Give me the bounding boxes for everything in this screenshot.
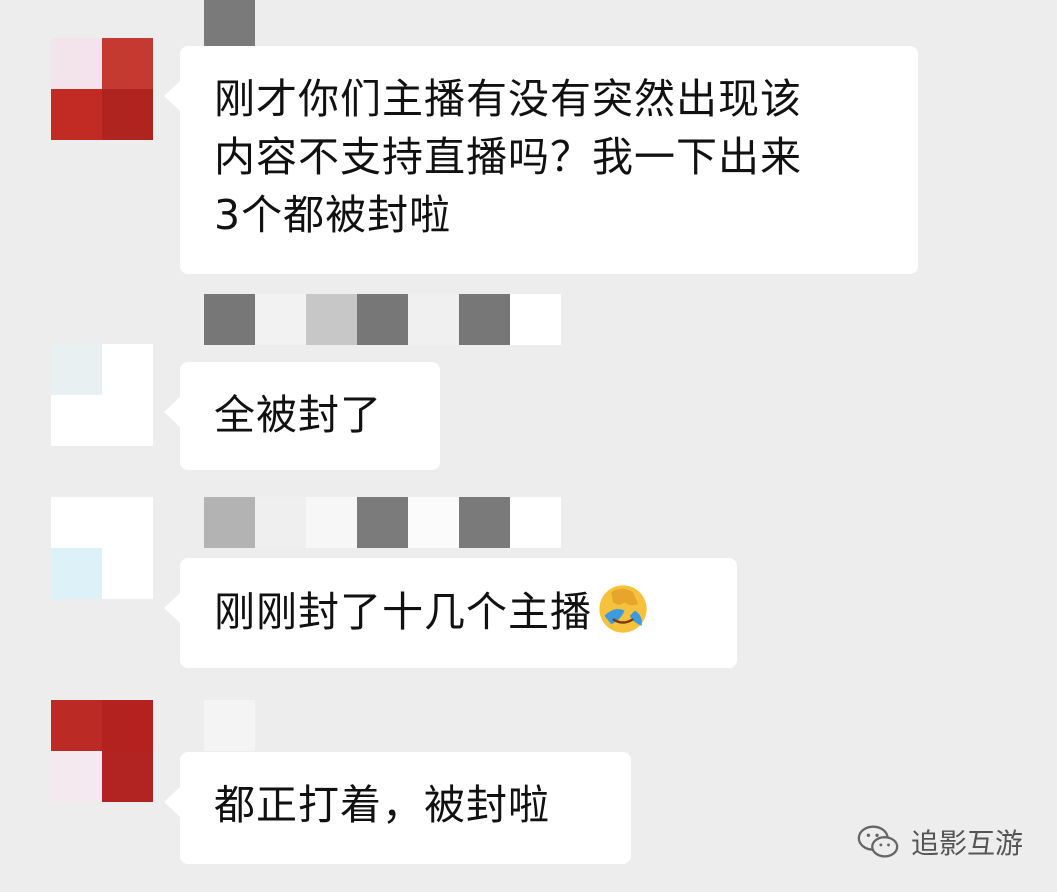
avatar-pixel xyxy=(102,497,153,548)
name-pixel xyxy=(357,294,408,345)
wechat-icon xyxy=(857,825,899,858)
name-pixel xyxy=(255,294,306,345)
message-text: 刚刚封了十几个主播 xyxy=(214,588,592,636)
avatar-pixel xyxy=(51,89,102,140)
avatar-pixel xyxy=(102,38,153,89)
avatar-3[interactable] xyxy=(51,497,153,599)
name-pixel xyxy=(204,700,255,751)
name-pixel xyxy=(510,294,561,345)
name-pixel xyxy=(357,497,408,548)
message-text-line: 刚刚封了十几个主播 xyxy=(214,582,703,641)
message-text-line: 都正打着，被封啦 xyxy=(214,781,550,829)
name-pixel xyxy=(204,497,255,548)
chat-window: 刚才你们主播有没有突然出现该 内容不支持直播吗？我一下出来 3个都被封啦 全被封… xyxy=(0,0,1057,892)
avatar-pixel xyxy=(102,89,153,140)
name-pixel xyxy=(255,497,306,548)
name-pixel xyxy=(306,497,357,548)
avatar-4[interactable] xyxy=(51,700,153,802)
message-text-line: 全被封了 xyxy=(214,391,382,439)
message-bubble-4[interactable]: 都正打着，被封啦 xyxy=(164,752,631,864)
avatar-pixel xyxy=(51,700,102,751)
avatar-pixel xyxy=(102,395,153,446)
name-pixel xyxy=(510,497,561,548)
avatar-pixel xyxy=(51,344,102,395)
avatar-pixel xyxy=(102,700,153,751)
watermark: 追影互游 xyxy=(855,822,1023,862)
avatar-pixel xyxy=(51,751,102,802)
message-text-line: 内容不支持直播吗？我一下出来 xyxy=(214,133,802,181)
message-bubble-1[interactable]: 刚才你们主播有没有突然出现该 内容不支持直播吗？我一下出来 3个都被封啦 xyxy=(164,46,918,274)
name-pixel xyxy=(204,294,255,345)
avatar-pixel xyxy=(51,497,102,548)
avatar-pixel xyxy=(51,395,102,446)
sender-name-2 xyxy=(204,294,561,345)
name-pixel xyxy=(204,0,255,51)
avatar-2[interactable] xyxy=(51,344,153,446)
face-palm-crying-emoji xyxy=(599,585,647,633)
name-pixel xyxy=(459,294,510,345)
sender-name-1 xyxy=(204,0,255,51)
sender-name-4 xyxy=(204,700,255,751)
avatar-1[interactable] xyxy=(51,38,153,140)
avatar-pixel xyxy=(102,751,153,802)
sender-name-3 xyxy=(204,497,561,548)
name-pixel xyxy=(306,294,357,345)
avatar-pixel xyxy=(102,548,153,599)
message-bubble-3[interactable]: 刚刚封了十几个主播 xyxy=(164,558,737,668)
name-pixel xyxy=(459,497,510,548)
message-bubble-2[interactable]: 全被封了 xyxy=(164,362,440,470)
avatar-pixel xyxy=(102,344,153,395)
avatar-pixel xyxy=(51,38,102,89)
message-text-line: 3个都被封啦 xyxy=(214,191,452,239)
message-text-line: 刚才你们主播有没有突然出现该 xyxy=(214,75,802,123)
name-pixel xyxy=(408,497,459,548)
watermark-text: 追影互游 xyxy=(910,827,1023,860)
name-pixel xyxy=(408,294,459,345)
avatar-pixel xyxy=(51,548,102,599)
